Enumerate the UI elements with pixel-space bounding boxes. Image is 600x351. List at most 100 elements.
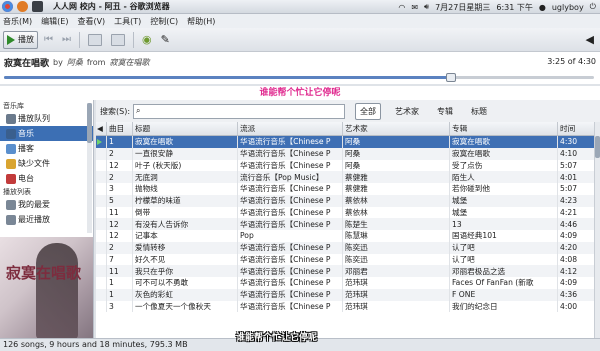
song-table: ◀ 曲目 标题 流派 艺术家 专辑 时间 1 寂寞在唱歌 华语流行音乐【Chines… — [96, 122, 600, 338]
cell-track: 12 — [107, 218, 133, 230]
podcast-button[interactable]: ◉ — [139, 31, 155, 49]
cell-genre: 流行音乐【Pop Music】 — [238, 171, 343, 183]
table-row[interactable]: 11 倒带 华语流行音乐【Chinese P 蔡依林 城堡 4:21 — [96, 206, 600, 219]
cell-playing — [96, 288, 107, 301]
playlist-item[interactable]: 我的最爱 — [0, 197, 93, 212]
table-row[interactable]: 5 柠檬草的味道 华语流行音乐【Chinese P 蔡依林 城堡 4:23 — [96, 194, 600, 207]
table-row[interactable]: 2 爱情转移 华语流行音乐【Chinese P 陈奕迅 认了吧 4:20 — [96, 241, 600, 254]
table-row[interactable]: 3 一个像夏天一个像秋天 华语流行音乐【Chinese P 范玮琪 我们的纪念日 4:00 — [96, 300, 600, 313]
table-scroll-thumb[interactable] — [595, 136, 600, 158]
table-row[interactable]: 3 抛物线 华语流行音乐【Chinese P 蔡健雅 若你碰到他 5:07 — [96, 183, 600, 195]
header-track[interactable]: 曲目 — [107, 122, 133, 135]
header-playing-column[interactable]: ◀ — [96, 122, 107, 135]
menu-edit[interactable]: 编辑(E) — [41, 16, 68, 27]
cell-playing — [96, 300, 107, 313]
cell-title: 好久不见 — [133, 253, 238, 266]
filter-album[interactable]: 专辑 — [433, 104, 457, 119]
table-row[interactable]: 12 有没有人告诉你 华语流行音乐【Chinese P 陈楚生 13 4:46 — [96, 218, 600, 230]
now-playing-by: by — [53, 57, 63, 67]
now-playing: 寂寞在唱歌 by 阿桑 from 寂寞在唱歌 3:25 of 4:30 — [0, 52, 600, 72]
cell-album: 邓丽君极品之选 — [450, 265, 558, 277]
library-item[interactable]: 播客 — [0, 141, 93, 156]
clock-date[interactable]: 7月27日星期三 — [435, 2, 490, 13]
filter-all[interactable]: 全部 — [355, 102, 382, 120]
seek-handle[interactable] — [445, 73, 456, 82]
volume-icon[interactable]: 🔊︎ — [424, 2, 429, 12]
album-art: 寂寞在唱歌 — [0, 237, 93, 338]
menu-control[interactable]: 控制(C) — [150, 16, 178, 27]
library-item[interactable]: 播放队列 — [0, 111, 93, 126]
sidebar-scroll-thumb[interactable] — [87, 103, 92, 143]
seek-track[interactable] — [4, 73, 594, 82]
terminal-icon[interactable] — [32, 1, 43, 12]
cell-genre: 华语流行音乐【Chinese P — [238, 183, 343, 195]
playlist-item[interactable]: 最近播放 — [0, 212, 93, 227]
cell-artist: 蔡健雅 — [343, 171, 450, 183]
album-art-text: 寂寞在唱歌 — [6, 264, 82, 282]
header-album[interactable]: 专辑 — [450, 122, 558, 135]
cell-title: 寂寞在唱歌 — [133, 136, 238, 148]
table-row[interactable]: 1 可不可以不勇敢 华语流行音乐【Chinese P 范玮琪 Faces Of FanF… — [96, 277, 600, 289]
cell-album: 城堡 — [450, 194, 558, 207]
cell-album: 若你碰到他 — [450, 183, 558, 195]
sidebar-scrollbar[interactable] — [87, 103, 92, 233]
cell-playing — [96, 171, 107, 183]
edit-button[interactable]: ✎ — [158, 31, 173, 49]
table-row[interactable]: 12 叶子 (秋天版) 华语流行音乐【Chinese P 阿桑 受了点伤 5:07 — [96, 159, 600, 172]
cell-title: 一个像夏天一个像秋天 — [133, 300, 238, 313]
table-scrollbar[interactable] — [594, 122, 600, 338]
filter-title[interactable]: 标题 — [467, 104, 491, 119]
cell-track: 12 — [107, 230, 133, 242]
user-name[interactable]: uglyboy — [552, 3, 584, 12]
cell-playing — [96, 241, 107, 254]
volume-button-icon[interactable]: ◀ — [586, 33, 594, 46]
cell-genre: 华语流行音乐【Chinese P — [238, 194, 343, 207]
search-icon: ⌕ — [136, 105, 141, 115]
table-row[interactable]: 11 我只在乎你 华语流行音乐【Chinese P 邓丽君 邓丽君极品之选 4:12 — [96, 265, 600, 277]
visualizer-button[interactable] — [108, 31, 128, 49]
mail-icon[interactable]: ✉ — [411, 3, 418, 12]
album-view-button[interactable] — [85, 31, 105, 49]
active-window-title[interactable]: 人人网 校内 - 阿丑 - 谷歌浏览器 — [53, 1, 170, 12]
library-item[interactable]: 电台 — [0, 171, 93, 186]
toolbar-separator — [133, 31, 134, 48]
power-icon[interactable]: ⏻ — [590, 2, 596, 12]
library-item[interactable]: 缺少文件 — [0, 156, 93, 171]
cell-playing — [96, 230, 107, 242]
previous-button[interactable]: ⏮ — [41, 31, 56, 49]
table-row[interactable]: 2 无底洞 流行音乐【Pop Music】 蔡健雅 陌生人 4:01 — [96, 171, 600, 183]
menu-tools[interactable]: 工具(T) — [114, 16, 141, 27]
menu-music[interactable]: 音乐(M) — [3, 16, 32, 27]
wifi-icon[interactable]: ◠ — [398, 3, 405, 12]
clock-time[interactable]: 6:31 下午 — [496, 2, 533, 13]
table-row[interactable]: 1 灰色的彩虹 华语流行音乐【Chinese P 范玮琪 F ONE 4:36 — [96, 288, 600, 301]
header-title[interactable]: 标题 — [133, 122, 238, 135]
header-genre[interactable]: 流派 — [238, 122, 343, 135]
cell-genre: 华语流行音乐【Chinese P — [238, 241, 343, 254]
missing-files-icon — [6, 159, 16, 169]
table-header: ◀ 曲目 标题 流派 艺术家 专辑 时间 — [96, 122, 600, 136]
now-playing-artist: 阿桑 — [66, 57, 83, 67]
applications-menu[interactable] — [0, 1, 45, 12]
next-button[interactable]: ⏭ — [59, 31, 74, 49]
chrome-icon[interactable] — [2, 1, 13, 12]
now-playing-from: from — [86, 57, 106, 67]
user-icon[interactable]: ● — [539, 3, 546, 12]
cell-playing — [96, 136, 107, 148]
menu-help[interactable]: 帮助(H) — [187, 16, 215, 27]
library-item[interactable]: 音乐 — [0, 126, 93, 141]
seek-bar[interactable] — [0, 72, 600, 84]
table-row[interactable]: 7 好久不见 华语流行音乐【Chinese P 陈奕迅 认了吧 4:08 — [96, 253, 600, 266]
table-row[interactable]: 12 记事本 Pop 陈慧琳 国语经典101 4:09 — [96, 230, 600, 242]
table-row[interactable]: 1 寂寞在唱歌 华语流行音乐【Chinese P 阿桑 寂寞在唱歌 4:30 — [96, 136, 600, 148]
search-input[interactable]: ⌕ — [133, 103, 346, 119]
cell-artist: 范玮琪 — [343, 288, 450, 301]
overlay-caption-top: 谁能帮个忙让它停呢 — [0, 86, 600, 100]
cell-track: 11 — [107, 265, 133, 277]
play-button[interactable]: 播放 — [3, 30, 38, 49]
table-row[interactable]: 2 一直很安静 华语流行音乐【Chinese P 阿桑 寂寞在唱歌 4:10 — [96, 147, 600, 160]
header-artist[interactable]: 艺术家 — [343, 122, 450, 135]
firefox-icon[interactable] — [17, 1, 28, 12]
menu-view[interactable]: 查看(V) — [77, 16, 105, 27]
filter-artist[interactable]: 艺术家 — [391, 104, 423, 119]
